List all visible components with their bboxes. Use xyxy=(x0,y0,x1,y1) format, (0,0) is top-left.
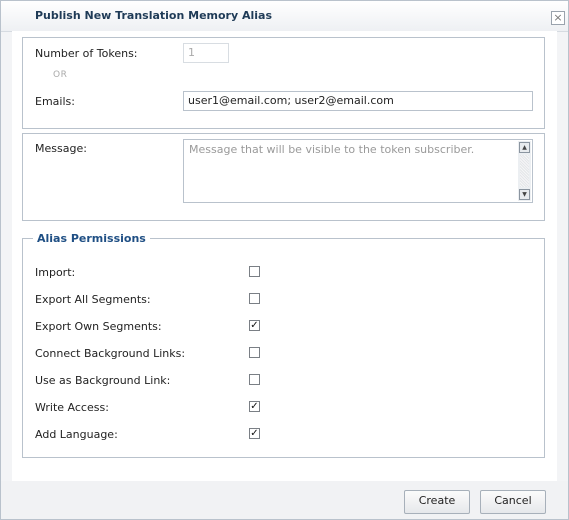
alias-permissions-legend: Alias Permissions xyxy=(37,232,146,245)
permission-label: Add Language: xyxy=(35,428,118,441)
number-of-tokens-label: Number of Tokens: xyxy=(35,47,138,60)
message-label: Message: xyxy=(35,142,87,155)
permission-label: Export All Segments: xyxy=(35,293,151,306)
scrollbar-track[interactable] xyxy=(520,155,529,187)
permission-label: Export Own Segments: xyxy=(35,320,162,333)
permission-label: Connect Background Links: xyxy=(35,347,186,360)
dialog-body: Number of Tokens: 1 OR Emails: user1@ema… xyxy=(12,31,557,481)
permission-checkbox[interactable]: ✓ xyxy=(249,401,260,412)
scroll-up-icon[interactable]: ▲ xyxy=(519,142,530,153)
permission-checkbox[interactable]: ✓ xyxy=(249,428,260,439)
publish-alias-dialog: Publish New Translation Memory Alias × N… xyxy=(0,0,569,520)
number-of-tokens-input[interactable]: 1 xyxy=(183,43,229,63)
message-placeholder: Message that will be visible to the toke… xyxy=(189,143,475,156)
message-scrollbar[interactable]: ▲ ▼ xyxy=(518,141,531,201)
message-panel: Message: Message that will be visible to… xyxy=(22,133,545,221)
permission-checkbox[interactable] xyxy=(249,374,260,385)
emails-input[interactable]: user1@email.com; user2@email.com xyxy=(183,91,533,111)
dialog-title: Publish New Translation Memory Alias xyxy=(35,9,273,22)
alias-permissions-group: Alias Permissions Import: Export All Segm… xyxy=(22,232,545,458)
emails-label: Emails: xyxy=(35,95,75,108)
create-button[interactable]: Create xyxy=(404,490,470,514)
permission-checkbox[interactable] xyxy=(249,266,260,277)
tokens-panel: Number of Tokens: 1 OR Emails: user1@ema… xyxy=(22,37,545,129)
permission-checkbox[interactable] xyxy=(249,293,260,304)
dialog-titlebar: Publish New Translation Memory Alias × xyxy=(1,1,568,32)
permission-label: Import: xyxy=(35,266,76,279)
cancel-button[interactable]: Cancel xyxy=(480,490,546,514)
message-textarea[interactable]: Message that will be visible to the toke… xyxy=(183,139,533,203)
permission-label: Use as Background Link: xyxy=(35,374,171,387)
close-icon[interactable]: × xyxy=(551,11,565,25)
permission-checkbox[interactable] xyxy=(249,347,260,358)
permission-checkbox[interactable]: ✓ xyxy=(249,320,260,331)
or-label: OR xyxy=(53,70,68,80)
scroll-down-icon[interactable]: ▼ xyxy=(519,189,530,200)
permission-label: Write Access: xyxy=(35,401,109,414)
dialog-footer: Create Cancel xyxy=(1,481,568,519)
